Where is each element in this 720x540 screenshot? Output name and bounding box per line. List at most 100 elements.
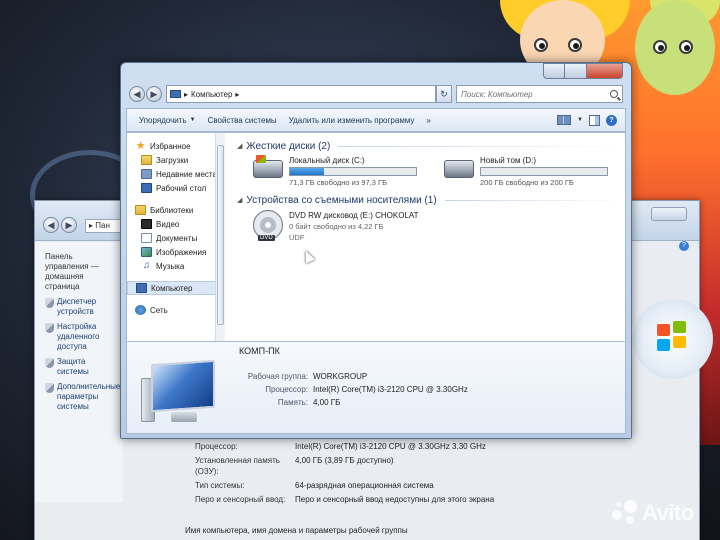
windows-flag-green: [673, 321, 686, 333]
forward-button[interactable]: ▶: [61, 217, 77, 233]
view-controls: ▼ ?: [557, 114, 625, 126]
content-area: ★ Избранное Загрузки Недавние места Рабо…: [126, 132, 626, 342]
info-row: Установленная память (ОЗУ): 4,00 ГБ (3,8…: [195, 456, 394, 476]
close-button[interactable]: [587, 63, 623, 79]
forward-button[interactable]: ▶: [146, 86, 162, 102]
group-header-hard-disks[interactable]: ◢ Жесткие диски (2): [237, 139, 625, 153]
hard-disk-list: Локальный диск (C:) 71,3 ГБ свободно из …: [237, 155, 625, 187]
back-button[interactable]: ◀: [129, 86, 145, 102]
details-table: Рабочая группа: WORKGROUP Процессор: Int…: [237, 370, 468, 409]
details-pane: КОМП-ПК Рабочая группа: WORKGROUP Процес…: [126, 342, 626, 434]
info-row: Тип системы: 64-разрядная операционная с…: [195, 481, 434, 490]
search-input[interactable]: Поиск: Компьютер: [456, 85, 623, 103]
drive-free-space: 200 ГБ свободно из 200 ГБ: [480, 178, 574, 187]
drive-d[interactable]: Новый том (D:) 200 ГБ свободно из 200 ГБ: [444, 156, 625, 187]
scrollbar-thumb[interactable]: [217, 145, 224, 325]
system-window-minimize[interactable]: [651, 207, 687, 221]
windows-logo: [633, 299, 713, 379]
system-protection-link[interactable]: Защита системы: [45, 357, 117, 377]
maximize-button[interactable]: [565, 63, 587, 79]
downloads-folder-icon: [141, 155, 152, 165]
nav-pane-scrollbar[interactable]: [215, 133, 225, 341]
advanced-settings-link[interactable]: Дополнительные параметры системы: [45, 382, 120, 412]
back-button[interactable]: ◀: [43, 217, 59, 233]
nav-documents[interactable]: Документы: [127, 231, 224, 245]
network-icon: [135, 305, 146, 315]
navigation-bar: ◀ ▶ ▸ Компьютер ▸ ↻ Поиск: Компьютер: [129, 83, 623, 105]
computer-name-section-title: Имя компьютера, имя домена и параметры р…: [185, 526, 408, 535]
nav-videos[interactable]: Видео: [127, 217, 224, 231]
dvd-free-space: 0 байт свободно из 4,22 ГБ: [289, 222, 384, 231]
libraries-icon: [135, 205, 146, 215]
pictures-library-icon: [141, 247, 152, 257]
info-row: Процессор: Intel(R) Core(TM) i3-2120 CPU…: [195, 442, 486, 451]
hard-drive-icon: [444, 160, 474, 178]
minimize-button[interactable]: [543, 63, 565, 79]
organize-button[interactable]: Упорядочить ▼: [133, 116, 202, 125]
nav-computer[interactable]: Компьютер: [127, 281, 224, 295]
nav-music[interactable]: ♫ Музыка: [127, 259, 224, 273]
nav-downloads[interactable]: Загрузки: [127, 153, 224, 167]
collapse-triangle-icon[interactable]: ◢: [237, 196, 242, 204]
system-nav-buttons: ◀ ▶: [43, 217, 77, 233]
dvd-file-system: UDF: [289, 233, 305, 242]
help-icon[interactable]: ?: [679, 241, 689, 251]
drive-usage-bar: [480, 167, 608, 176]
dvd-tag: DVD: [258, 235, 275, 241]
nav-favorites[interactable]: ★ Избранное: [127, 139, 224, 153]
chevron-down-icon[interactable]: ▼: [577, 117, 583, 123]
drive-name: Локальный диск (C:): [289, 156, 365, 165]
shield-icon: [45, 383, 54, 393]
shield-icon: [45, 323, 54, 333]
control-panel-home-link[interactable]: Панель управления — домашняя страница: [45, 252, 117, 292]
avito-logo-icon: [612, 500, 638, 526]
recent-places-icon: [141, 169, 152, 179]
computer-icon: [170, 90, 181, 98]
windows-flag-yellow: [673, 336, 686, 348]
window-controls: [543, 63, 623, 79]
help-icon[interactable]: ?: [606, 114, 617, 126]
drives-view: ◢ Жесткие диски (2) Локальный диск (C:) …: [237, 133, 625, 341]
nav-network[interactable]: Сеть: [127, 303, 224, 317]
drive-c[interactable]: Локальный диск (C:) 71,3 ГБ свободно из …: [253, 155, 434, 187]
computer-icon: [136, 283, 147, 293]
computer-explorer-window: ◀ ▶ ▸ Компьютер ▸ ↻ Поиск: Компьютер Упо…: [120, 62, 632, 439]
system-drive-icon: [253, 155, 283, 178]
drive-usage-bar: [289, 167, 417, 176]
computer-name: КОМП-ПК: [239, 346, 280, 356]
refresh-button[interactable]: ↻: [436, 85, 452, 103]
uninstall-program-button[interactable]: Удалить или изменить программу: [283, 116, 421, 125]
address-bar[interactable]: ▸ Компьютер ▸: [166, 85, 436, 103]
remote-settings-link[interactable]: Настройка удаленного доступа: [45, 322, 117, 352]
search-icon[interactable]: [610, 90, 618, 98]
nav-pictures[interactable]: Изображения: [127, 245, 224, 259]
avito-wordmark: Avito: [642, 500, 694, 525]
info-row: Перо и сенсорный ввод: Перо и сенсорный …: [195, 495, 495, 504]
drive-name: Новый том (D:): [480, 156, 536, 165]
dvd-disc-icon: DVD: [253, 210, 283, 241]
shield-icon: [45, 298, 54, 308]
nav-libraries[interactable]: Библиотеки: [127, 203, 224, 217]
details-row: Рабочая группа: WORKGROUP: [247, 372, 368, 381]
nav-desktop[interactable]: Рабочий стол: [127, 181, 224, 195]
preview-pane-icon[interactable]: [589, 114, 600, 126]
breadcrumb-computer[interactable]: Компьютер: [191, 90, 232, 99]
collapse-triangle-icon[interactable]: ◢: [237, 142, 242, 150]
drive-free-space: 71,3 ГБ свободно из 97,3 ГБ: [289, 178, 388, 187]
desktop-icon: [141, 183, 152, 193]
drive-e[interactable]: DVD DVD RW дисковод (E:) CHOKOLAT 0 байт…: [237, 210, 625, 243]
change-view-icon[interactable]: [557, 115, 572, 125]
system-properties-button[interactable]: Свойства системы: [202, 116, 283, 125]
details-row: Память: 4,00 ГБ: [277, 398, 341, 407]
video-library-icon: [141, 219, 152, 229]
computer-illustration-icon: [141, 358, 221, 428]
windows-flag-blue: [657, 339, 670, 351]
chevron-down-icon: ▼: [189, 117, 196, 123]
device-manager-link[interactable]: Диспетчер устройств: [45, 297, 117, 317]
group-header-removable[interactable]: ◢ Устройства со съемными носителями (1): [237, 193, 625, 207]
avito-watermark: Avito: [612, 500, 694, 526]
nav-recent-places[interactable]: Недавние места: [127, 167, 224, 181]
windows-flag-red: [657, 324, 670, 336]
more-commands-button[interactable]: »: [420, 116, 436, 125]
command-bar: Упорядочить ▼ Свойства системы Удалить и…: [126, 108, 626, 132]
